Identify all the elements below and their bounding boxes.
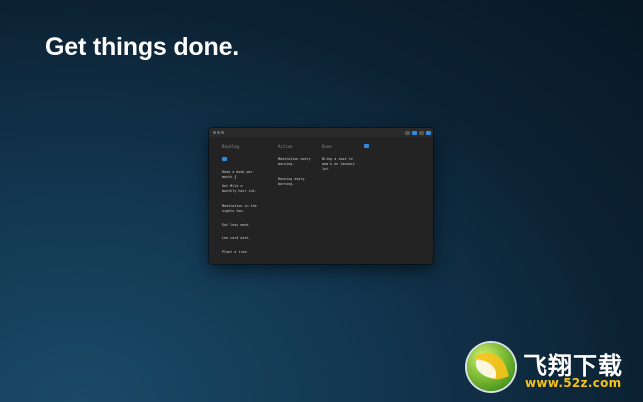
- column-title-backlog: Backlog: [222, 144, 239, 149]
- toolbar-button[interactable]: [419, 131, 424, 135]
- card[interactable]: Read a book per month.: [222, 170, 258, 180]
- watermark-url: www.52z.com: [525, 376, 622, 390]
- text-cursor: [234, 175, 236, 180]
- add-card-button-done[interactable]: [364, 144, 369, 148]
- zoom-window-dot[interactable]: [221, 131, 224, 134]
- card[interactable]: Meditation in the nights too.: [222, 204, 258, 214]
- toolbar-accent-button[interactable]: [426, 131, 431, 135]
- card[interactable]: Lee card diet.: [222, 236, 258, 241]
- close-window-dot[interactable]: [213, 131, 216, 134]
- card[interactable]: Plant a tree.: [222, 250, 258, 255]
- column-title-done: Done: [322, 144, 332, 149]
- column-title-active: Active: [278, 144, 293, 149]
- headline: Get things done.: [45, 33, 240, 61]
- watermark-logo: 飞翔下载 www.52z.com: [467, 343, 633, 393]
- app-window: Backlog Read a book per month. Get Milo …: [209, 128, 433, 264]
- card[interactable]: Bring a vase to mom's on January 1st.: [322, 157, 358, 173]
- logo-ball-icon: [467, 343, 515, 391]
- card[interactable]: Eat less meat.: [222, 223, 258, 228]
- window-titlebar: [209, 128, 433, 137]
- add-card-button-backlog[interactable]: [222, 157, 227, 161]
- card[interactable]: Running every morning.: [278, 177, 314, 187]
- card[interactable]: Meditation every morning.: [278, 157, 314, 167]
- minimize-window-dot[interactable]: [217, 131, 220, 134]
- toolbar-accent-button[interactable]: [412, 131, 417, 135]
- card[interactable]: Get Milo a monthly hair cut.: [222, 184, 258, 194]
- toolbar-button[interactable]: [405, 131, 410, 135]
